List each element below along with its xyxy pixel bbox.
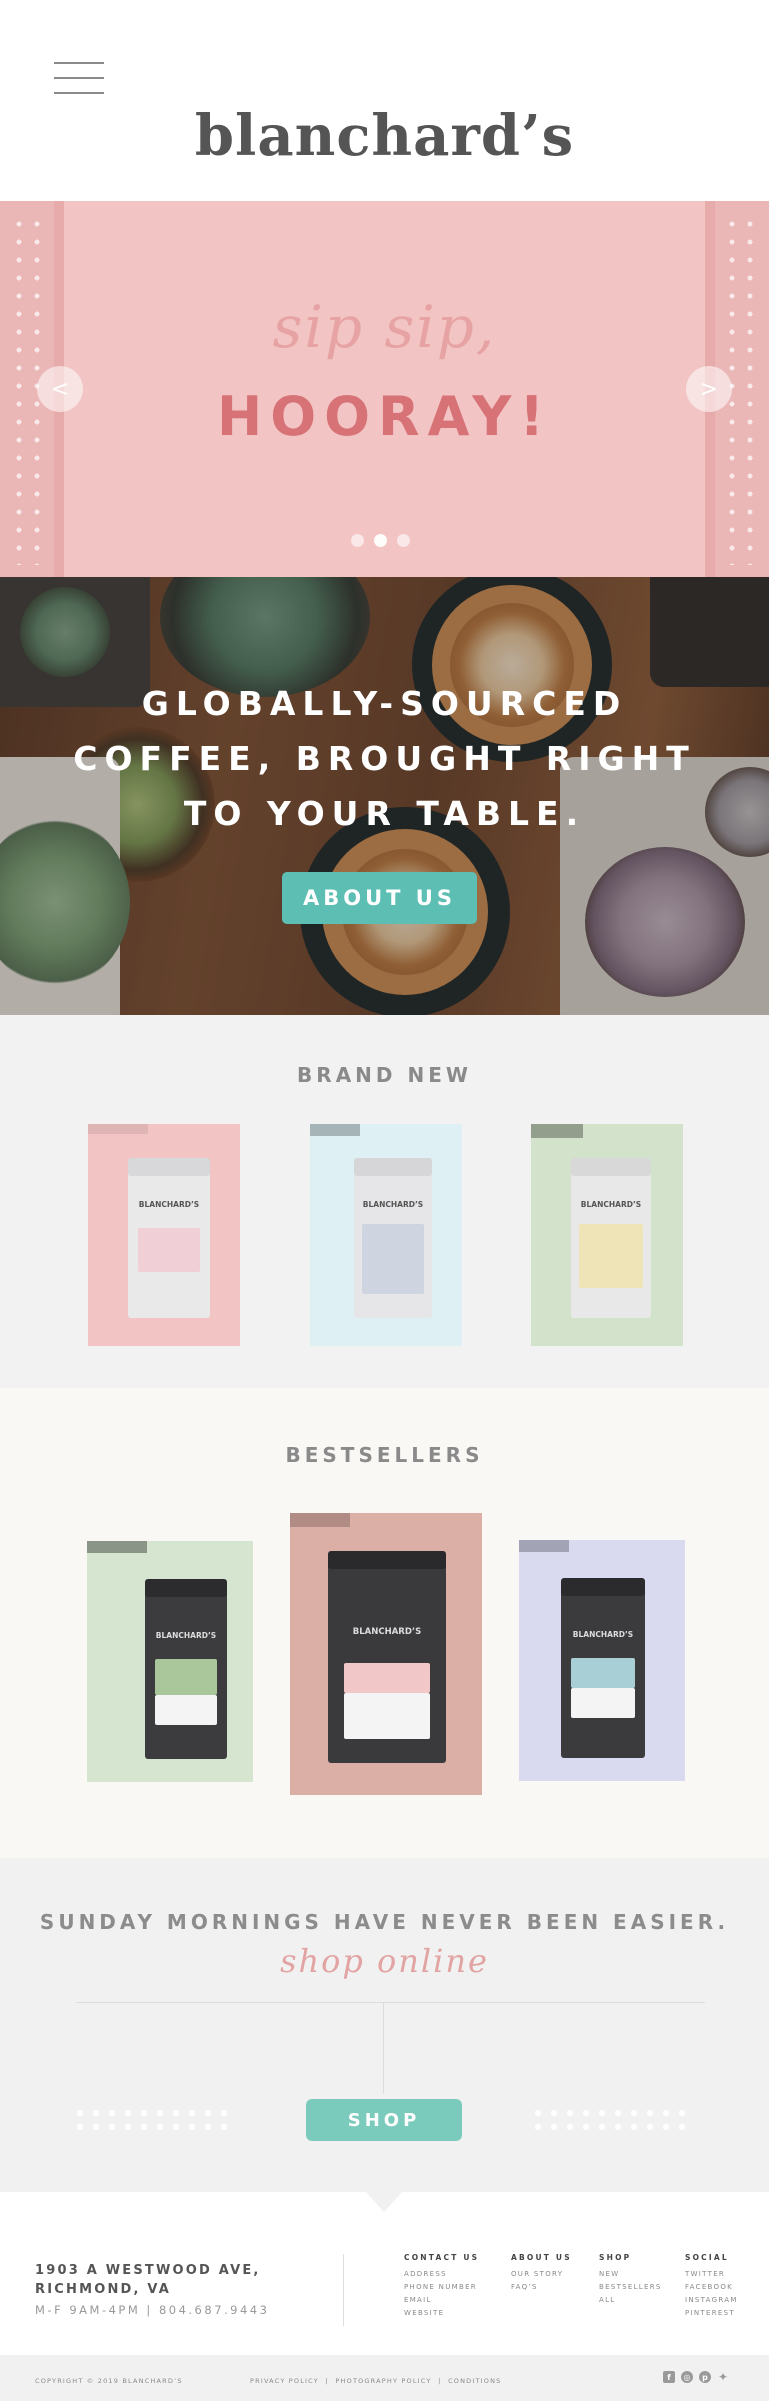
hero-headline: HOORAY! [217, 385, 552, 448]
slider-dot[interactable] [397, 534, 410, 547]
footer-link[interactable]: INSTAGRAM [685, 2294, 738, 2307]
hero-script-text: sip sip, [272, 293, 497, 361]
footer-address: 1903 A WESTWOOD AVE, RICHMOND, VA [35, 2261, 261, 2299]
feature-headline-line: GLOBALLY-SOURCED [141, 684, 628, 723]
shop-button[interactable]: SHOP [306, 2099, 462, 2141]
shop-cta-section [0, 1858, 769, 2192]
footer-link[interactable]: OUR STORY [511, 2268, 572, 2281]
chevron-left-icon: < [50, 376, 70, 402]
instagram-icon[interactable]: ◎ [681, 2371, 693, 2383]
cta-title: SUNDAY MORNINGS HAVE NEVER BEEN EASIER. [39, 1910, 730, 1934]
footer-link[interactable]: ALL [599, 2294, 662, 2307]
footer-link[interactable]: PHONE NUMBER [404, 2281, 479, 2294]
footer-hours-phone: M-F 9AM-4PM | 804.687.9443 [35, 2303, 270, 2317]
footer-column-about: ABOUT US OUR STORY FAQ’S [511, 2253, 572, 2294]
slider-prev-button[interactable]: < [37, 366, 83, 412]
address-line: RICHMOND, VA [35, 2282, 172, 2297]
divider [383, 2002, 384, 2094]
footer-notch [366, 2192, 402, 2212]
footer-column-heading: CONTACT US [404, 2253, 480, 2262]
footer-divider [343, 2254, 344, 2326]
cta-script: shop online [280, 1942, 489, 1980]
about-us-button[interactable]: ABOUT US [282, 872, 477, 924]
product-card[interactable]: BLANCHARD’S [531, 1124, 683, 1346]
footer-link[interactable]: EMAIL [404, 2294, 479, 2307]
social-icons: f ◎ p ✦ [663, 2370, 729, 2384]
footer-column-heading: SOCIAL [685, 2253, 729, 2262]
bag-label: BLANCHARD’S [362, 1200, 424, 1209]
bag-label: BLANCHARD’S [352, 1627, 422, 1637]
conditions-link[interactable]: CONDITIONS [448, 2377, 501, 2385]
privacy-policy-link[interactable]: PRIVACY POLICY [250, 2377, 319, 2385]
copyright-text: COPYRIGHT © 2019 BLANCHARD’S [35, 2377, 183, 2385]
feature-headline-line: TO YOUR TABLE. [183, 794, 586, 833]
bag-label: BLANCHARD’S [580, 1200, 642, 1209]
legal-links: PRIVACY POLICY | PHOTOGRAPHY POLICY | CO… [250, 2377, 502, 2385]
slider-dot-active[interactable] [374, 534, 387, 547]
product-card[interactable]: BLANCHARD’S [87, 1541, 253, 1782]
product-card[interactable]: BLANCHARD’S [290, 1513, 482, 1795]
footer-link[interactable]: PINTEREST [685, 2307, 738, 2320]
footer-link[interactable]: ADDRESS [404, 2268, 479, 2281]
footer-column-shop: SHOP NEW BESTSELLERS ALL [599, 2253, 662, 2307]
product-card[interactable]: BLANCHARD’S [88, 1124, 240, 1346]
brand-logo[interactable]: blanchard’s [0, 108, 769, 164]
footer-column-social: SOCIAL TWITTER FACEBOOK INSTAGRAM PINTER… [685, 2253, 738, 2320]
bag-label: BLANCHARD’S [155, 1631, 217, 1640]
feature-headline: GLOBALLY-SOURCED COFFEE, BROUGHT RIGHT T… [0, 676, 769, 841]
product-card[interactable]: BLANCHARD’S [310, 1124, 462, 1346]
footer-link[interactable]: FACEBOOK [685, 2281, 738, 2294]
bag-label: BLANCHARD’S [572, 1630, 634, 1639]
facebook-icon[interactable]: f [663, 2371, 675, 2383]
dot-pattern [530, 2106, 690, 2134]
footer-column-contact: CONTACT US ADDRESS PHONE NUMBER EMAIL WE… [404, 2253, 479, 2320]
footer-link[interactable]: FAQ’S [511, 2281, 572, 2294]
footer-column-heading: SHOP [599, 2253, 632, 2262]
site-header: blanchard’s [0, 0, 769, 201]
product-card[interactable]: BLANCHARD’S [519, 1540, 685, 1781]
feature-headline-line: COFFEE, BROUGHT RIGHT [73, 739, 696, 778]
footer-link[interactable]: TWITTER [685, 2268, 738, 2281]
dot-pattern [72, 2106, 232, 2134]
brand-new-title: BRAND NEW [297, 1063, 472, 1087]
pinterest-icon[interactable]: p [699, 2371, 711, 2383]
bag-label: BLANCHARD’S [138, 1200, 200, 1209]
slider-pagination [351, 534, 410, 547]
slider-next-button[interactable]: > [686, 366, 732, 412]
divider [76, 2002, 705, 2003]
photography-policy-link[interactable]: PHOTOGRAPHY POLICY [335, 2377, 431, 2385]
bestsellers-title: BESTSELLERS [285, 1443, 484, 1467]
footer-column-heading: ABOUT US [511, 2253, 572, 2262]
footer-link[interactable]: BESTSELLERS [599, 2281, 662, 2294]
slider-dot[interactable] [351, 534, 364, 547]
twitter-icon[interactable]: ✦ [717, 2370, 729, 2384]
address-line: 1903 A WESTWOOD AVE, [35, 2263, 261, 2278]
footer-link[interactable]: NEW [599, 2268, 662, 2281]
footer-link[interactable]: WEBSITE [404, 2307, 479, 2320]
chevron-right-icon: > [699, 376, 719, 402]
menu-icon[interactable] [54, 62, 104, 96]
